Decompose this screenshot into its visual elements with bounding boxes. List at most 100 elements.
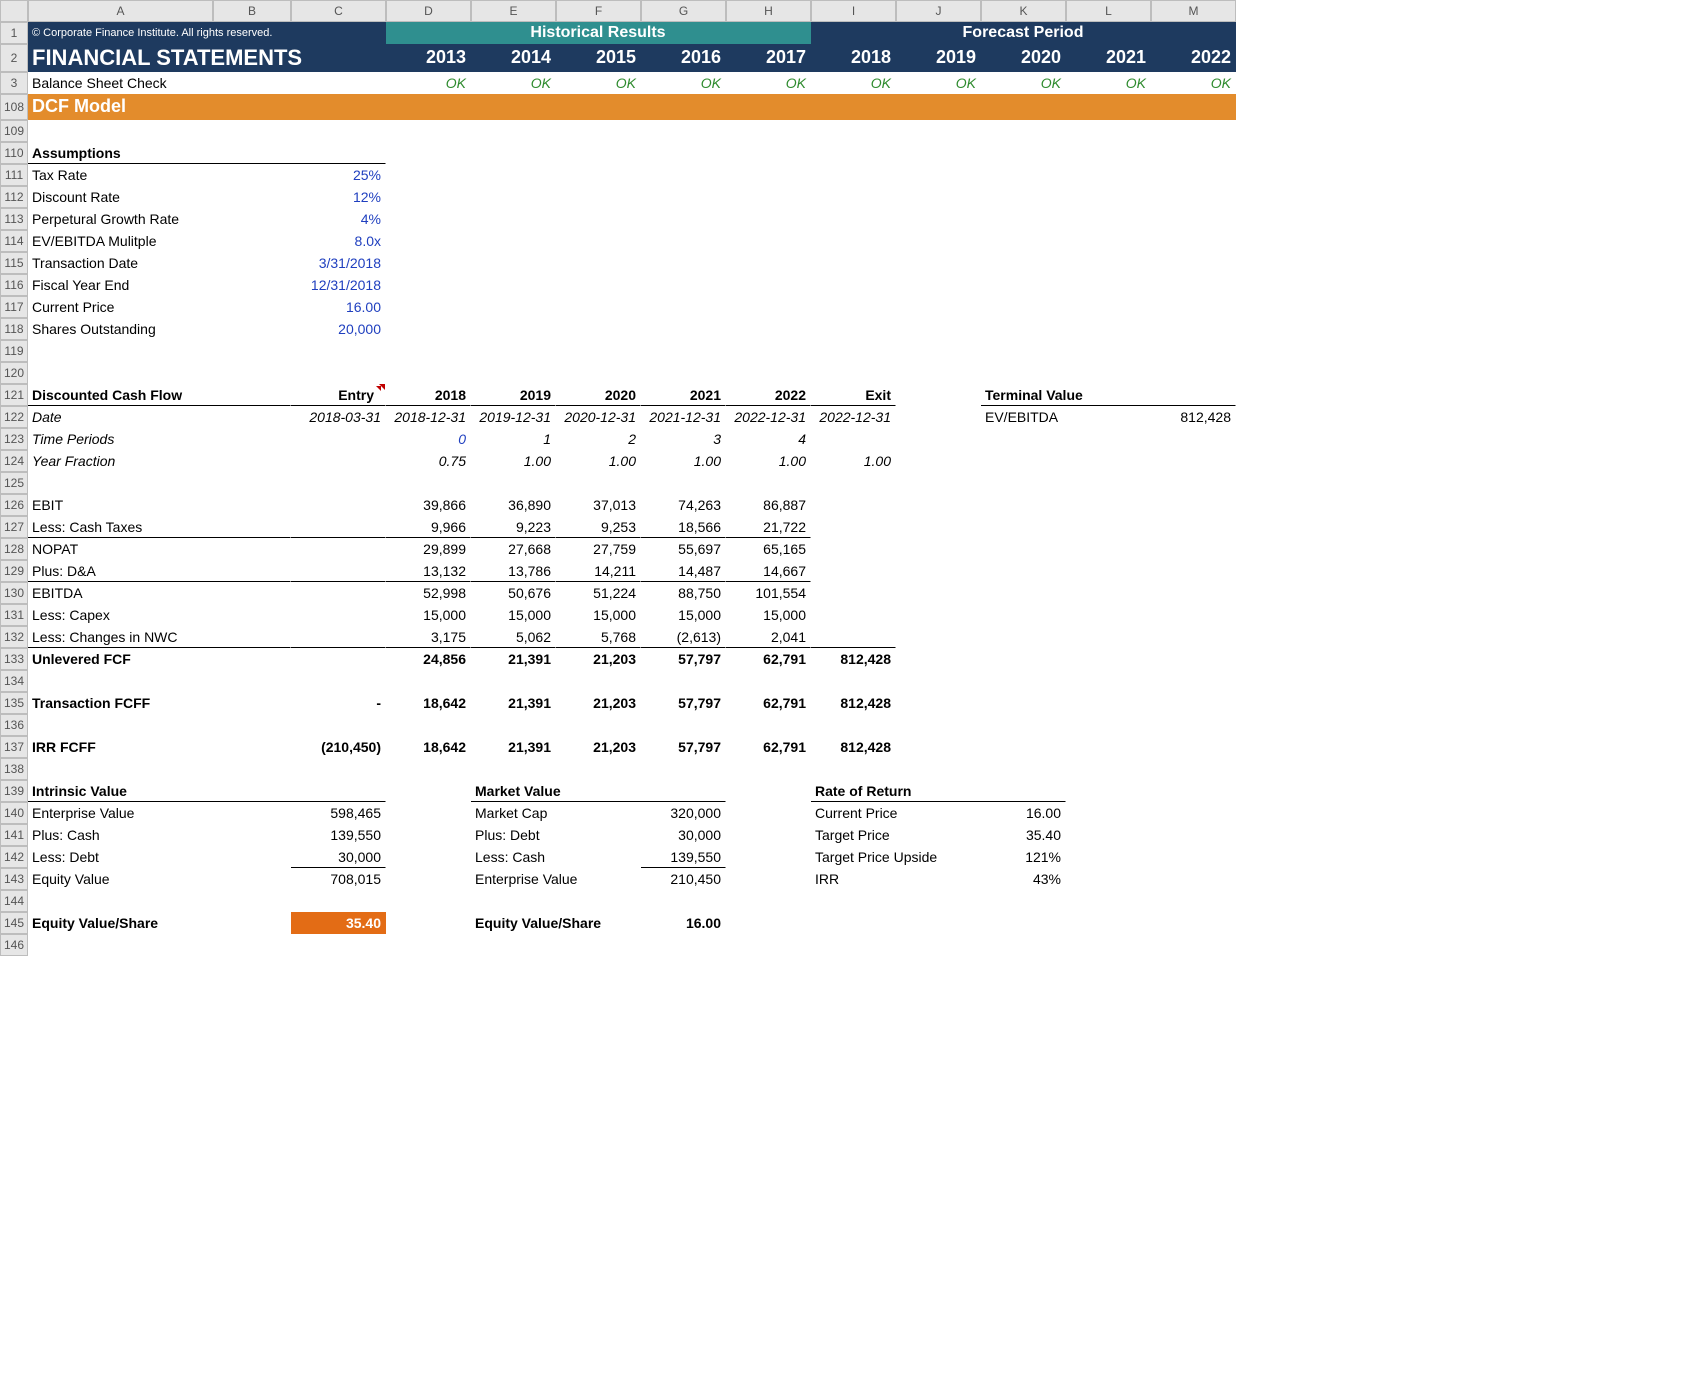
ufcf-2022[interactable]: 62,791 [726, 648, 811, 670]
shares-outstanding-value[interactable]: 20,000 [291, 318, 386, 340]
blank[interactable] [386, 868, 471, 890]
col-D[interactable]: D [386, 0, 471, 22]
ebitda-2021[interactable]: 88,750 [641, 582, 726, 604]
equity-value-value[interactable]: 708,015 [291, 868, 386, 890]
blank[interactable] [896, 626, 1236, 648]
tv-ev-ebitda-label[interactable]: EV/EBITDA [981, 406, 1151, 428]
irrfcff-2018[interactable]: 18,642 [386, 736, 471, 758]
ror-current-price-value[interactable]: 16.00 [981, 802, 1066, 824]
blank[interactable] [386, 318, 1236, 340]
row-145[interactable]: 145 [0, 912, 28, 934]
capex-2019[interactable]: 15,000 [471, 604, 556, 626]
select-all-corner[interactable] [0, 0, 28, 22]
ebitda-2019[interactable]: 50,676 [471, 582, 556, 604]
blank[interactable] [28, 890, 1236, 912]
blank[interactable] [386, 252, 1236, 274]
date-exit[interactable]: 2022-12-31 [811, 406, 896, 428]
year-2015[interactable]: 2015 [556, 44, 641, 72]
blank[interactable] [811, 538, 1236, 560]
ebitda-2022[interactable]: 101,554 [726, 582, 811, 604]
row-113[interactable]: 113 [0, 208, 28, 230]
ev-ebitda-mult-label[interactable]: EV/EBITDA Mulitple [28, 230, 291, 252]
ebit-label[interactable]: EBIT [28, 494, 291, 516]
market-value-header[interactable]: Market Value [471, 780, 726, 802]
blank[interactable] [811, 516, 1236, 538]
blank[interactable] [291, 604, 386, 626]
blank[interactable] [726, 912, 1236, 934]
ufcf-2018[interactable]: 24,856 [386, 648, 471, 670]
bs-check-2022[interactable]: OK [1151, 72, 1236, 94]
bs-check-2014[interactable]: OK [471, 72, 556, 94]
bs-check-2019[interactable]: OK [896, 72, 981, 94]
irr-label[interactable]: IRR [811, 868, 981, 890]
blank[interactable] [811, 428, 1236, 450]
tp-4[interactable]: 4 [726, 428, 811, 450]
tfcff-entry[interactable]: - [291, 692, 386, 714]
row-1[interactable]: 1 [0, 22, 28, 44]
blank[interactable] [386, 186, 1236, 208]
row-129[interactable]: 129 [0, 560, 28, 582]
bs-check-2016[interactable]: OK [641, 72, 726, 94]
row-136[interactable]: 136 [0, 714, 28, 736]
irrfcff-2020[interactable]: 21,203 [556, 736, 641, 758]
nopat-2020[interactable]: 27,759 [556, 538, 641, 560]
tfcff-2018[interactable]: 18,642 [386, 692, 471, 714]
blank[interactable] [1066, 780, 1236, 802]
irrfcff-exit[interactable]: 812,428 [811, 736, 896, 758]
blank[interactable] [726, 846, 811, 868]
tfcff-2021[interactable]: 57,797 [641, 692, 726, 714]
yf-2020[interactable]: 1.00 [556, 450, 641, 472]
col-H[interactable]: H [726, 0, 811, 22]
capex-2020[interactable]: 15,000 [556, 604, 641, 626]
capex-2021[interactable]: 15,000 [641, 604, 726, 626]
yf-2019[interactable]: 1.00 [471, 450, 556, 472]
plus-cash-label[interactable]: Plus: Cash [28, 824, 291, 846]
ebit-2018[interactable]: 39,866 [386, 494, 471, 516]
row-142[interactable]: 142 [0, 846, 28, 868]
dcf-y-2022[interactable]: 2022 [726, 384, 811, 406]
capex-2022[interactable]: 15,000 [726, 604, 811, 626]
market-cap-label[interactable]: Market Cap [471, 802, 641, 824]
yf-2018[interactable]: 0.75 [386, 450, 471, 472]
tp-2[interactable]: 2 [556, 428, 641, 450]
blank[interactable] [726, 780, 811, 802]
irrfcff-2019[interactable]: 21,391 [471, 736, 556, 758]
less-cash-label[interactable]: Less: Cash [471, 846, 641, 868]
blank[interactable] [896, 384, 981, 406]
blank[interactable] [386, 208, 1236, 230]
taxes-2018[interactable]: 9,966 [386, 516, 471, 538]
row-146[interactable]: 146 [0, 934, 28, 956]
blank[interactable] [28, 340, 1236, 362]
ebit-2021[interactable]: 74,263 [641, 494, 726, 516]
da-2019[interactable]: 13,786 [471, 560, 556, 582]
row-114[interactable]: 114 [0, 230, 28, 252]
ev-value[interactable]: 598,465 [291, 802, 386, 824]
date-label[interactable]: Date [28, 406, 291, 428]
row-139[interactable]: 139 [0, 780, 28, 802]
nopat-2018[interactable]: 29,899 [386, 538, 471, 560]
dcf-y-2021[interactable]: 2021 [641, 384, 726, 406]
nwc-label[interactable]: Less: Changes in NWC [28, 626, 291, 648]
tfcff-2019[interactable]: 21,391 [471, 692, 556, 714]
year-2018[interactable]: 2018 [811, 44, 896, 72]
nopat-2021[interactable]: 55,697 [641, 538, 726, 560]
blank[interactable] [896, 406, 981, 428]
ufcf-2019[interactable]: 21,391 [471, 648, 556, 670]
taxes-2019[interactable]: 9,223 [471, 516, 556, 538]
discount-rate-value[interactable]: 12% [291, 186, 386, 208]
transaction-date-label[interactable]: Transaction Date [28, 252, 291, 274]
row-112[interactable]: 112 [0, 186, 28, 208]
year-2021[interactable]: 2021 [1066, 44, 1151, 72]
bs-check-2018[interactable]: OK [811, 72, 896, 94]
tax-rate-value[interactable]: 25% [291, 164, 386, 186]
blank[interactable] [291, 450, 386, 472]
blank[interactable] [386, 912, 471, 934]
tfcff-label[interactable]: Transaction FCFF [28, 692, 291, 714]
date-2019[interactable]: 2019-12-31 [471, 406, 556, 428]
col-C[interactable]: C [291, 0, 386, 22]
row-138[interactable]: 138 [0, 758, 28, 780]
current-price-label[interactable]: Current Price [28, 296, 291, 318]
year-2020[interactable]: 2020 [981, 44, 1066, 72]
row-126[interactable]: 126 [0, 494, 28, 516]
blank[interactable] [811, 494, 1236, 516]
